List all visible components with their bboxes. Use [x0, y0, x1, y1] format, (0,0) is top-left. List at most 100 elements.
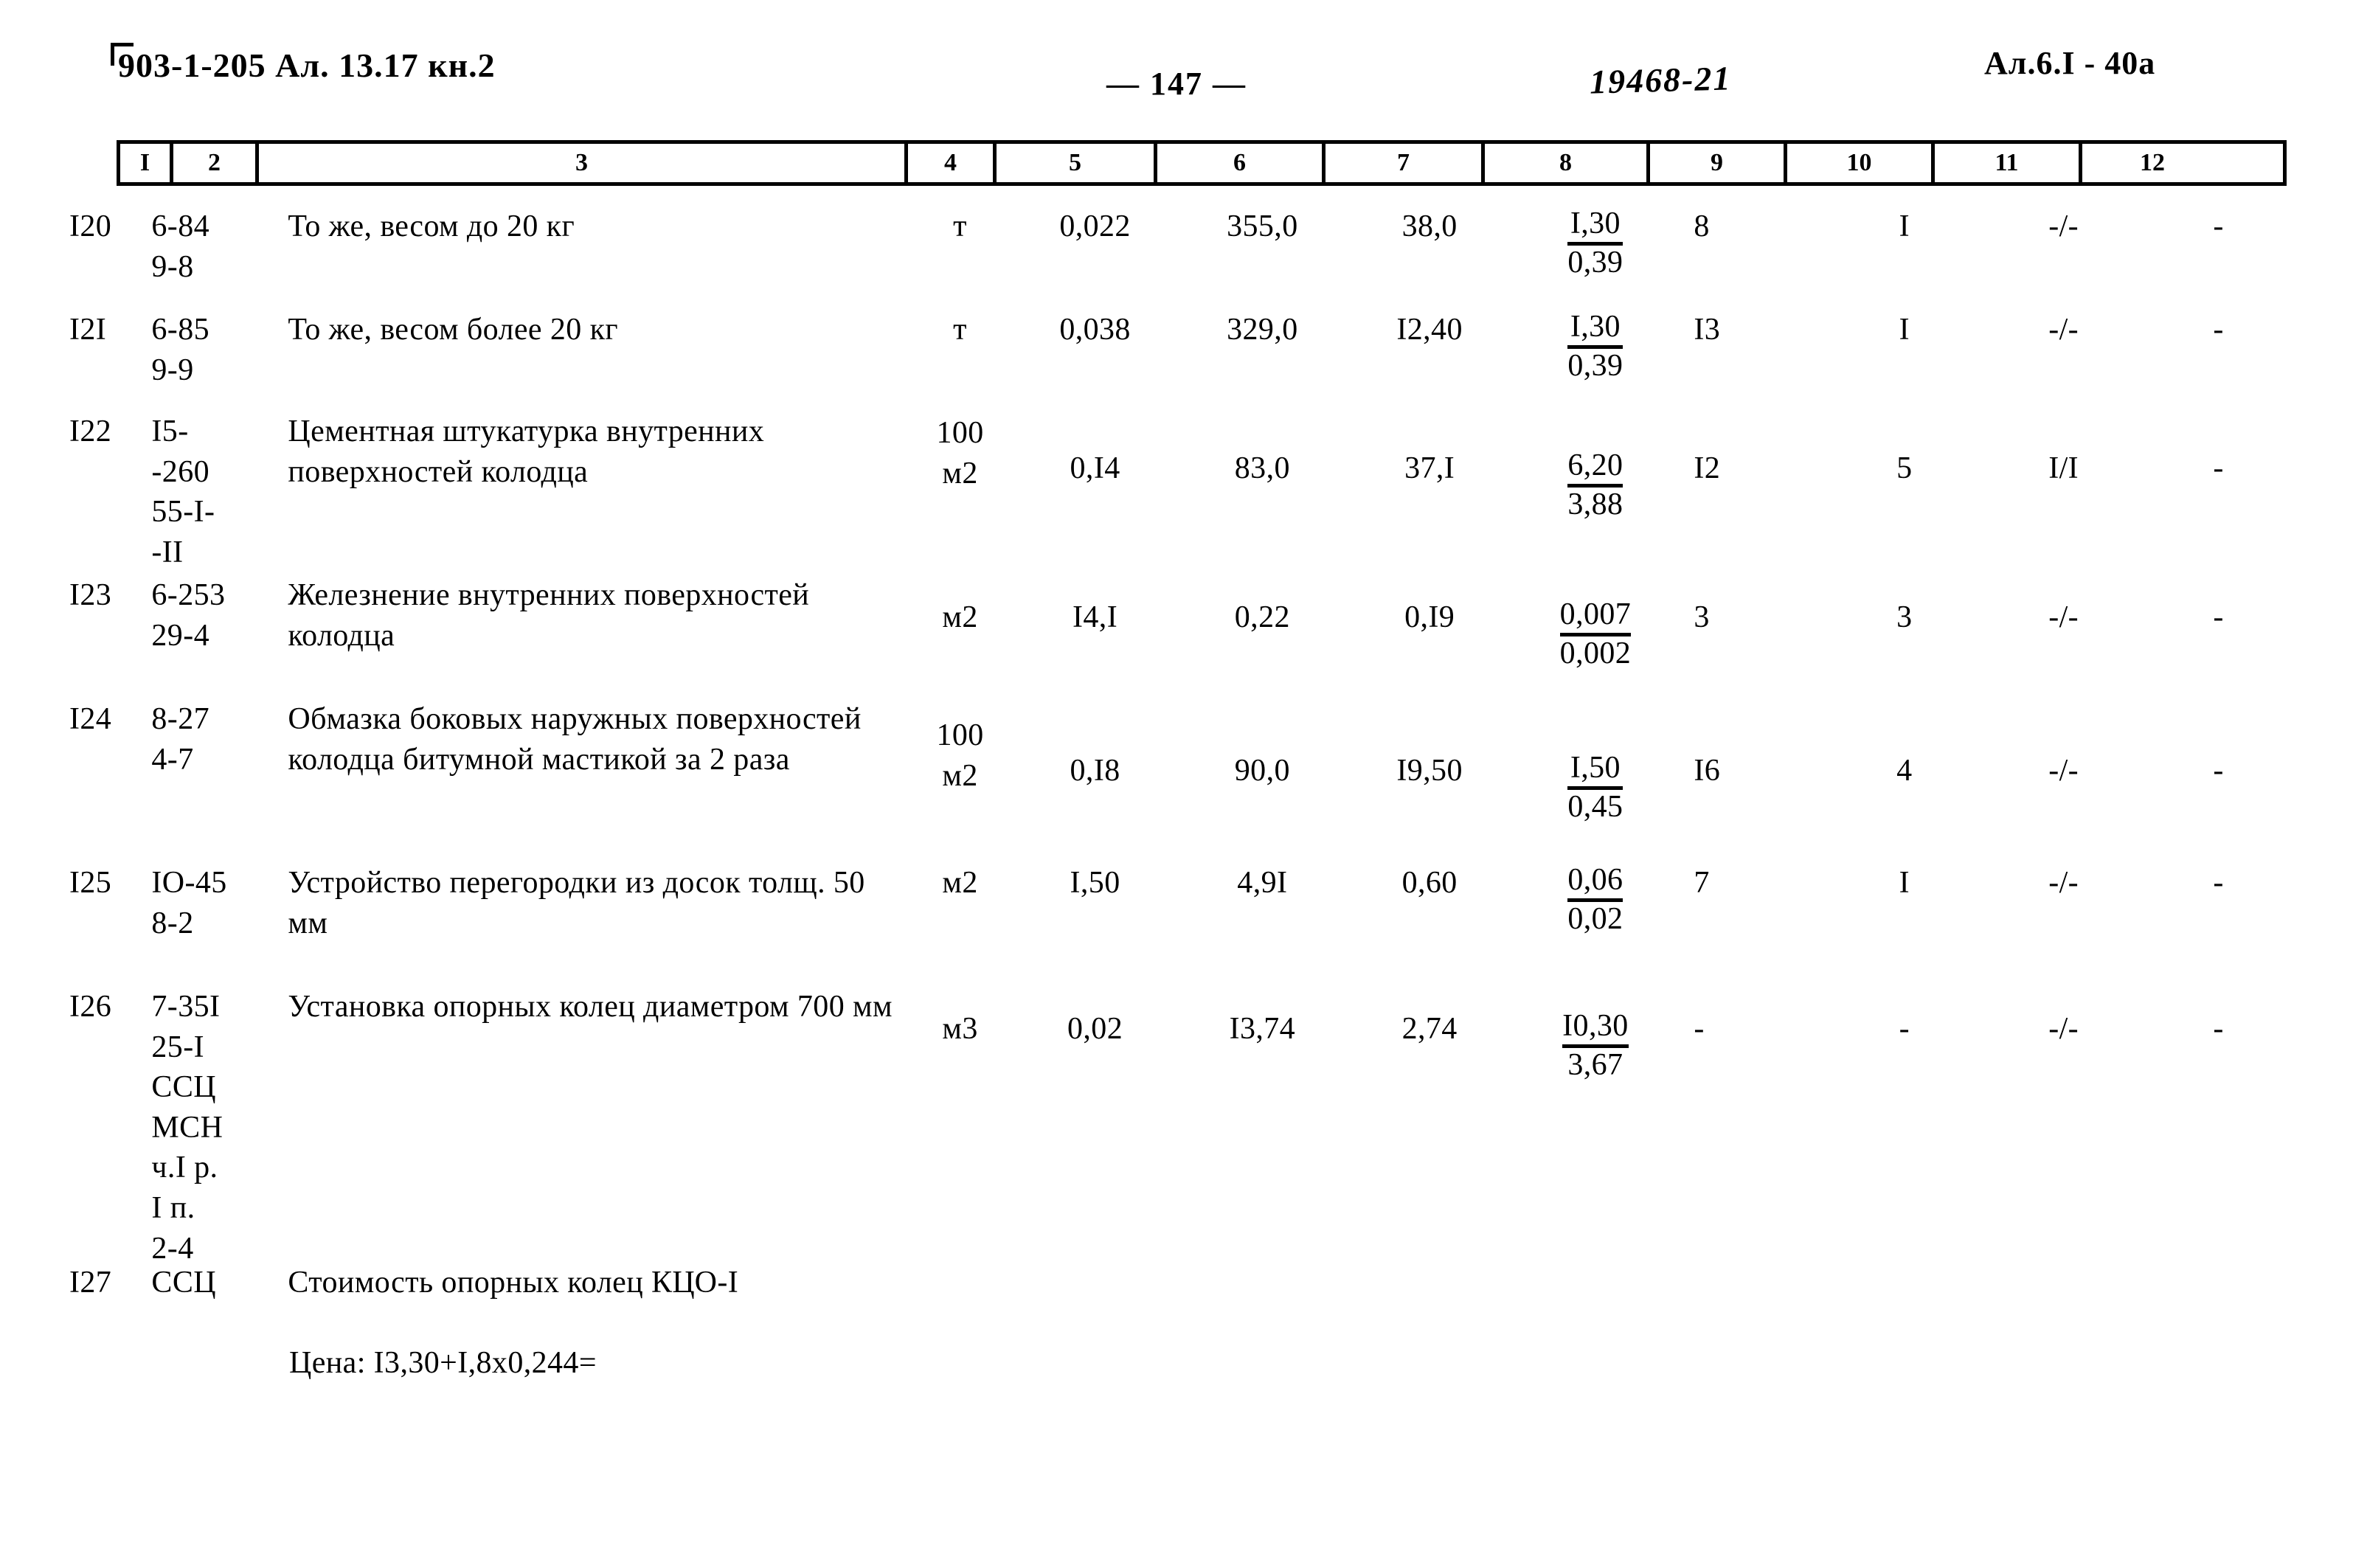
cell-col5: I,50 — [1070, 866, 1120, 900]
fraction-numerator: 0,007 — [1559, 597, 1632, 631]
cell-work-name: Цементная штукатурка внутренних поверхно… — [288, 414, 765, 489]
column-header-1: I — [120, 144, 173, 182]
table-row: I27 ССЦ Стоимость опорных колец КЦО-I — [66, 1257, 2294, 1303]
estimate-table-body: I20 6-84 9-8 То же, весом до 20 кг т 0,022 35… — [66, 201, 2294, 1381]
fraction-denominator: 0,02 — [1567, 902, 1623, 937]
fraction-numerator: 0,06 — [1567, 863, 1623, 897]
table-row: I2I 6-85 9-9 То же, весом более 20 кг т 0,03… — [66, 304, 2294, 390]
cell-col9: 8 — [1694, 209, 1710, 243]
cell-col6: 0,22 — [1234, 600, 1290, 634]
cell-col9: I2 — [1694, 451, 1721, 485]
cell-col8-fraction: I,30 0,39 — [1514, 201, 1678, 283]
cell-norm-code: 6-253 29-4 — [151, 578, 226, 653]
cell-col12: - — [2213, 209, 2224, 243]
column-header-6: 6 — [1157, 144, 1325, 182]
handwritten-stamp-number: 19468-21 — [1589, 59, 1733, 101]
cell-work-name: Обмазка боковых наружных поверхностей ко… — [288, 702, 862, 777]
cell-col7: 2,74 — [1401, 1012, 1458, 1046]
column-header-4: 4 — [908, 144, 997, 182]
page-number: — 147 — — [1106, 66, 1247, 102]
cell-col10: I — [1899, 209, 1910, 243]
column-header-5: 5 — [997, 144, 1157, 182]
cell-work-name: То же, весом до 20 кг — [288, 209, 575, 243]
cell-col6: 355,0 — [1227, 209, 1298, 243]
fraction-numerator: I0,30 — [1562, 1009, 1629, 1043]
cell-col9: 3 — [1694, 600, 1710, 634]
cell-col7: 38,0 — [1401, 209, 1458, 243]
cell-norm-code: I5- -260 55-I- -II — [151, 414, 215, 569]
cell-col10: 5 — [1896, 451, 1913, 485]
cell-position: I23 — [69, 578, 112, 612]
cell-col9: I6 — [1694, 754, 1721, 788]
cell-col11: -/- — [2048, 754, 2079, 788]
cell-col9: I3 — [1694, 313, 1721, 347]
fraction-denominator: 3,88 — [1567, 488, 1623, 522]
cell-norm-code: ССЦ — [151, 1266, 216, 1300]
document-page: 903-1-205 Ал. 13.17 кн.2 — 147 — 19468-2… — [0, 0, 2353, 1568]
cell-col10: 4 — [1896, 754, 1913, 788]
table-row: I20 6-84 9-8 То же, весом до 20 кг т 0,022 35… — [66, 201, 2294, 287]
cell-col8-fraction: I0,30 3,67 — [1514, 981, 1678, 1086]
cell-col12: - — [2213, 313, 2224, 347]
table-row: I25 IO-45 8-2 Устройство перегородки из до… — [66, 857, 2294, 943]
column-header-7: 7 — [1325, 144, 1485, 182]
cell-norm-code: 7-35I 25-I ССЦ МСН ч.I р. I п. 2-4 — [151, 990, 223, 1266]
cell-col6: 329,0 — [1227, 313, 1298, 347]
cell-col10: I — [1899, 866, 1910, 900]
cell-col8-fraction: 0,007 0,002 — [1514, 569, 1678, 674]
cell-col11: -/- — [2048, 600, 2079, 634]
cell-col11: -/- — [2048, 866, 2079, 900]
cell-col8-fraction: I,30 0,39 — [1514, 304, 1678, 386]
fraction-denominator: 0,45 — [1567, 790, 1623, 825]
cell-col5: 0,02 — [1067, 1012, 1123, 1046]
cell-col6: I3,74 — [1229, 1012, 1296, 1046]
cell-col12: - — [2213, 866, 2224, 900]
cell-col8-fraction: I,50 0,45 — [1514, 693, 1678, 828]
cell-col7: 0,I9 — [1404, 600, 1455, 634]
cell-col9: - — [1694, 1012, 1705, 1046]
cell-unit: 100 м2 — [936, 416, 984, 490]
fraction-denominator: 0,39 — [1567, 349, 1623, 384]
table-row: I23 6-253 29-4 Железнение внутренних повер… — [66, 569, 2294, 674]
cell-col7: I2,40 — [1396, 313, 1463, 347]
cell-col10: - — [1899, 1012, 1910, 1046]
column-header-11: 11 — [1935, 144, 2082, 182]
cell-col5: 0,038 — [1059, 313, 1131, 347]
document-code: 903-1-205 Ал. 13.17 кн.2 — [118, 46, 496, 84]
cell-col12: - — [2213, 754, 2224, 788]
price-calculation-note: Цена: I3,30+I,8х0,244= — [289, 1346, 597, 1380]
cell-col5: 0,022 — [1059, 209, 1131, 243]
cell-norm-code: 8-27 4-7 — [151, 702, 209, 777]
table-row: I26 7-35I 25-I ССЦ МСН ч.I р. I п. 2-4 Уст… — [66, 981, 2294, 1269]
cell-position: I24 — [69, 702, 112, 736]
cell-col8-fraction: 6,20 3,88 — [1514, 406, 1678, 525]
cell-unit: т — [953, 209, 967, 243]
cell-col9: 7 — [1694, 866, 1710, 900]
cell-unit: м2 — [942, 600, 978, 634]
fraction-denominator: 3,67 — [1567, 1048, 1623, 1083]
cell-position: I27 — [69, 1266, 112, 1300]
cell-norm-code: 6-84 9-8 — [151, 209, 209, 284]
fraction-numerator: I,30 — [1570, 310, 1621, 344]
cell-position: I2I — [69, 313, 107, 347]
column-header-10: 10 — [1787, 144, 1935, 182]
cell-col11: -/- — [2048, 209, 2079, 243]
cell-col7: I9,50 — [1396, 754, 1463, 788]
cell-position: I25 — [69, 866, 112, 900]
cell-col11: I/I — [2048, 451, 2079, 485]
cell-col5: I4,I — [1072, 600, 1118, 634]
column-header-3: 3 — [259, 144, 908, 182]
cell-col10: I — [1899, 313, 1910, 347]
cell-work-name: Стоимость опорных колец КЦО-I — [288, 1266, 739, 1300]
cell-position: I22 — [69, 414, 112, 448]
cell-work-name: То же, весом более 20 кг — [288, 313, 619, 347]
cell-col5: 0,I4 — [1070, 451, 1120, 485]
column-header-9: 9 — [1650, 144, 1787, 182]
cell-col11: -/- — [2048, 313, 2079, 347]
cell-work-name: Устройство перегородки из досок толщ. 50… — [288, 866, 865, 940]
cell-col12: - — [2213, 1012, 2224, 1046]
fraction-numerator: 6,20 — [1567, 448, 1623, 482]
album-reference: Ал.6.I - 40а — [1984, 45, 2156, 81]
column-number-band: I 2 3 4 5 6 7 8 9 10 11 12 — [117, 140, 2287, 186]
fraction-denominator: 0,002 — [1559, 636, 1632, 671]
